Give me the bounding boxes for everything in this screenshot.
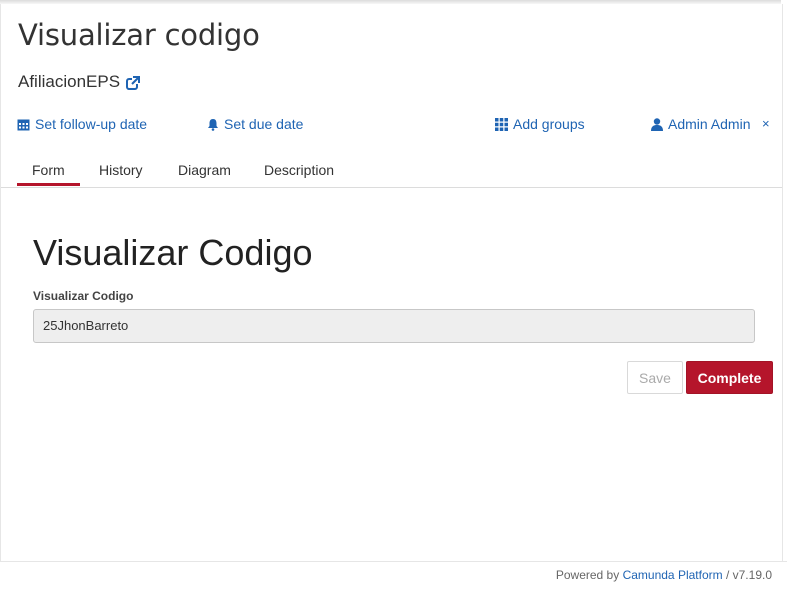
process-definition-link[interactable]: AfiliacionEPS (18, 72, 141, 92)
active-tab-indicator (17, 183, 80, 186)
process-name: AfiliacionEPS (18, 72, 121, 91)
add-groups-button[interactable]: Add groups (495, 116, 585, 132)
tab-diagram[interactable]: Diagram (178, 162, 231, 178)
task-panel: Visualizar codigo AfiliacionEPS Set foll… (0, 4, 783, 561)
footer: Powered by Camunda Platform / v7.19.0 (0, 561, 787, 589)
grid-icon (495, 117, 508, 131)
calendar-icon (17, 118, 30, 131)
form-heading: Visualizar Codigo (33, 232, 313, 273)
field-label: Visualizar Codigo (33, 289, 134, 303)
tab-description[interactable]: Description (264, 162, 334, 178)
remove-assignee-icon[interactable]: × (762, 116, 770, 131)
task-tabs: Form History Diagram Description (1, 154, 782, 188)
bell-icon (207, 118, 219, 131)
footer-text: Powered by Camunda Platform / v7.19.0 (556, 568, 772, 582)
footer-version: / v7.19.0 (725, 568, 772, 582)
add-groups-label: Add groups (513, 116, 585, 132)
tab-form[interactable]: Form (32, 162, 65, 178)
footer-prefix: Powered by (555, 568, 620, 582)
codigo-field[interactable]: 25JhonBarreto (33, 309, 755, 343)
task-title: Visualizar codigo (18, 18, 260, 52)
external-link-icon[interactable] (126, 75, 141, 90)
camunda-platform-link[interactable]: Camunda Platform (623, 568, 723, 582)
set-due-date-button[interactable]: Set due date (207, 116, 303, 132)
follow-up-label: Set follow-up date (35, 116, 148, 132)
user-icon (651, 117, 663, 131)
set-follow-up-date-button[interactable]: Set follow-up date (17, 116, 147, 132)
due-date-label: Set due date (224, 116, 304, 132)
assignee-button[interactable]: Admin Admin (651, 116, 750, 132)
assignee-name: Admin Admin (668, 116, 751, 132)
complete-button[interactable]: Complete (686, 361, 773, 394)
save-button[interactable]: Save (627, 361, 683, 394)
tab-history[interactable]: History (99, 162, 143, 178)
